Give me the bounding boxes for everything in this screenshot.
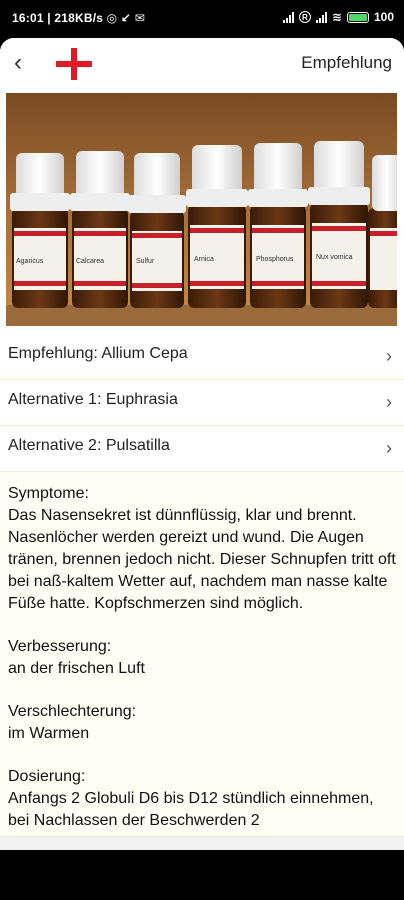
whatsapp-icon: ◎: [106, 11, 118, 25]
chevron-right-icon: ›: [386, 346, 392, 366]
dosage-section: Dosierung: Anfangs 2 Globuli D6 bis D12 …: [8, 766, 396, 832]
app-bar: ‹ Empfehlung: [0, 38, 404, 90]
page-title: Empfehlung: [301, 53, 392, 72]
remedy-row-recommendation[interactable]: Empfehlung: Allium Cepa ›: [0, 334, 404, 380]
remedy-label: Alternative 2: Pulsatilla: [8, 437, 170, 454]
vial-label: Agaricus: [16, 258, 44, 265]
description-panel[interactable]: Symptome: Das Nasensekret ist dünnflüssi…: [0, 474, 404, 836]
chevron-right-icon: ›: [386, 392, 392, 412]
mail-icon: ✉: [134, 11, 145, 25]
app-screen: ‹ Empfehlung Agaricus Calcarea Sulfur Ar…: [0, 38, 404, 850]
vial-label: Phosphorus: [256, 256, 294, 263]
chevron-right-icon: ›: [386, 438, 392, 458]
red-cross-icon: [56, 48, 92, 80]
status-right: R ≋ 100: [282, 10, 394, 24]
remedy-row-alternative-1[interactable]: Alternative 1: Euphrasia ›: [0, 380, 404, 426]
hero-image: Agaricus Calcarea Sulfur Arnica Phosphor…: [6, 93, 397, 326]
vial-label: Calcarea: [76, 258, 104, 265]
improvement-heading: Verbesserung:: [8, 638, 112, 655]
status-left: 16:01 | 218KB/s ◎ ↙ ✉: [12, 11, 145, 25]
vial-label: Arnica: [194, 256, 214, 263]
status-bar: 16:01 | 218KB/s ◎ ↙ ✉ R ≋ 100: [0, 0, 404, 38]
remedy-label: Alternative 1: Euphrasia: [8, 391, 178, 408]
vials-photo: Agaricus Calcarea Sulfur Arnica Phosphor…: [6, 93, 397, 326]
vial-label: Sulfur: [136, 258, 155, 265]
system-nav-bar: [0, 836, 404, 850]
worsening-section: Verschlechterung: im Warmen: [8, 701, 396, 745]
battery-level: 100: [373, 10, 394, 24]
remedy-row-alternative-2[interactable]: Alternative 2: Pulsatilla ›: [0, 426, 404, 472]
vial-label: Nux vomica: [316, 254, 353, 261]
symptoms-section: Symptome: Das Nasensekret ist dünnflüssi…: [8, 483, 396, 615]
remedy-list: Empfehlung: Allium Cepa › Alternative 1:…: [0, 334, 404, 472]
registered-icon: R: [298, 11, 311, 23]
missed-call-icon: ↙: [120, 11, 132, 25]
remedy-label: Empfehlung: Allium Cepa: [8, 345, 188, 362]
description-text: Symptome: Das Nasensekret ist dünnflüssi…: [0, 474, 404, 832]
signal-2-icon: [315, 11, 327, 23]
symptoms-text: Das Nasensekret ist dünnflüssig, klar un…: [8, 507, 396, 612]
symptoms-heading: Symptome:: [8, 485, 89, 502]
improvement-text: an der frischen Luft: [8, 660, 145, 677]
wifi-icon: ≋: [331, 10, 342, 24]
dosage-heading: Dosierung:: [8, 768, 86, 785]
network-speed: 218KB/s: [54, 11, 104, 25]
battery-icon: [346, 11, 369, 23]
worsening-text: im Warmen: [8, 725, 90, 742]
improvement-section: Verbesserung: an der frischen Luft: [8, 636, 396, 680]
status-time: 16:01: [12, 11, 44, 25]
dosage-text: Anfangs 2 Globuli D6 bis D12 stündlich e…: [8, 790, 374, 829]
signal-icon: [282, 11, 294, 23]
chevron-left-icon[interactable]: ‹: [14, 50, 38, 78]
worsening-heading: Verschlechterung:: [8, 703, 137, 720]
